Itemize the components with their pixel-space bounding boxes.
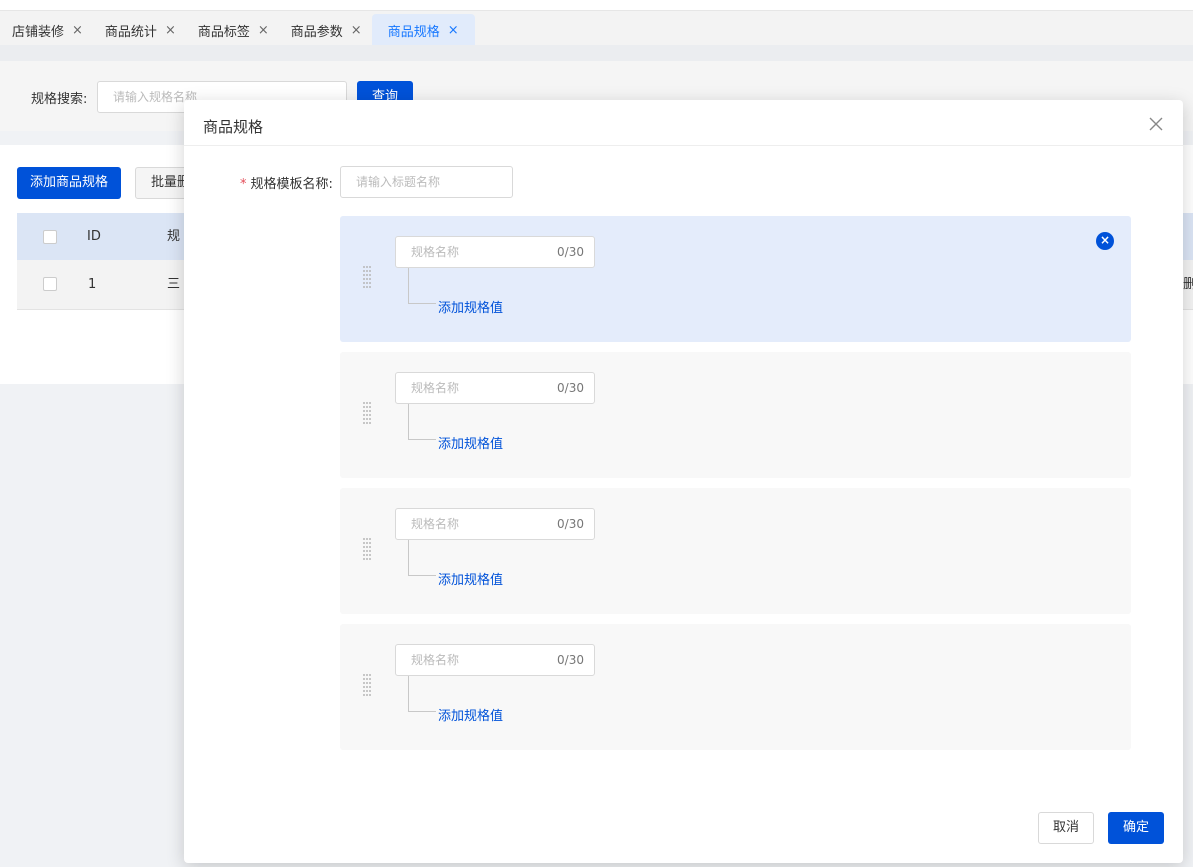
spec-dialog: 商品规格 * 规格模板名称: 请输入标题名称 规格名称 0/30 添加规格值 × … xyxy=(184,100,1183,863)
drag-handle-icon[interactable] xyxy=(361,265,373,289)
row-name: 三 xyxy=(167,277,181,292)
dialog-title: 商品规格 xyxy=(203,118,264,136)
row-id: 1 xyxy=(88,277,97,292)
cancel-button[interactable]: 取消 xyxy=(1038,812,1094,844)
search-label: 规格搜索: xyxy=(31,92,88,107)
spec-name-placeholder: 规格名称 xyxy=(411,653,460,667)
row-action-delete[interactable]: 删 xyxy=(1183,260,1193,310)
add-spec-value-link[interactable]: 添加规格值 xyxy=(438,705,503,724)
tab-bar-divider xyxy=(0,45,1193,61)
row-checkbox[interactable] xyxy=(43,277,57,291)
tab-product-tags[interactable]: 商品标签 × xyxy=(186,14,279,46)
char-counter: 0/30 xyxy=(557,517,584,531)
spec-name-placeholder: 规格名称 xyxy=(411,245,460,259)
close-icon[interactable]: × xyxy=(448,23,459,38)
confirm-button[interactable]: 确定 xyxy=(1108,812,1164,844)
tab-label: 商品参数 xyxy=(290,24,343,40)
close-icon[interactable]: × xyxy=(351,23,362,38)
select-all-checkbox[interactable] xyxy=(43,230,57,244)
top-strip xyxy=(0,0,1193,11)
tab-label: 商品标签 xyxy=(197,24,250,40)
dialog-divider xyxy=(184,145,1183,146)
add-spec-button[interactable]: 添加商品规格 xyxy=(17,167,121,199)
drag-handle-icon[interactable] xyxy=(361,673,373,697)
column-header-id: ID xyxy=(87,229,101,244)
tab-store-decoration[interactable]: 店铺装修 × xyxy=(0,14,93,46)
tab-label: 商品规格 xyxy=(387,24,440,40)
tab-label: 店铺装修 xyxy=(12,24,65,40)
tab-label: 商品统计 xyxy=(104,24,157,40)
char-counter: 0/30 xyxy=(557,653,584,667)
template-name-label-text: 规格模板名称: xyxy=(250,177,333,192)
drag-handle-icon[interactable] xyxy=(361,537,373,561)
add-spec-value-link[interactable]: 添加规格值 xyxy=(438,433,503,452)
template-name-input[interactable]: 请输入标题名称 xyxy=(340,166,513,198)
close-icon[interactable]: × xyxy=(72,23,83,38)
tree-connector xyxy=(408,676,436,712)
spec-block: 规格名称 0/30 添加规格值 × xyxy=(340,216,1131,342)
spec-block: 规格名称 0/30 添加规格值 xyxy=(340,488,1131,614)
close-icon[interactable] xyxy=(1149,114,1163,134)
spec-name-placeholder: 规格名称 xyxy=(411,517,460,531)
tab-product-specs[interactable]: 商品规格 × xyxy=(371,14,475,46)
spec-name-input[interactable]: 规格名称 0/30 xyxy=(395,372,595,404)
spec-name-input[interactable]: 规格名称 0/30 xyxy=(395,644,595,676)
spec-block: 规格名称 0/30 添加规格值 xyxy=(340,352,1131,478)
close-icon[interactable]: × xyxy=(165,23,176,38)
char-counter: 0/30 xyxy=(557,381,584,395)
tree-connector xyxy=(408,540,436,576)
column-header-name: 规 xyxy=(167,229,181,244)
add-spec-value-link[interactable]: 添加规格值 xyxy=(438,297,503,316)
tree-connector xyxy=(408,268,436,304)
tab-bar: 店铺装修 × 商品统计 × 商品标签 × 商品参数 × 商品规格 × xyxy=(0,11,1193,46)
tab-product-statistics[interactable]: 商品统计 × xyxy=(93,14,186,46)
spec-name-placeholder: 规格名称 xyxy=(411,381,460,395)
spec-block: 规格名称 0/30 添加规格值 xyxy=(340,624,1131,750)
char-counter: 0/30 xyxy=(557,245,584,259)
close-icon[interactable]: × xyxy=(258,23,269,38)
tree-connector xyxy=(408,404,436,440)
drag-handle-icon[interactable] xyxy=(361,401,373,425)
spec-name-input[interactable]: 规格名称 0/30 xyxy=(395,236,595,268)
tab-product-params[interactable]: 商品参数 × xyxy=(279,14,372,46)
add-spec-value-link[interactable]: 添加规格值 xyxy=(438,569,503,588)
remove-spec-icon[interactable]: × xyxy=(1096,232,1114,250)
template-name-label: * 规格模板名称: xyxy=(240,173,333,192)
spec-name-input[interactable]: 规格名称 0/30 xyxy=(395,508,595,540)
required-mark: * xyxy=(240,177,247,192)
